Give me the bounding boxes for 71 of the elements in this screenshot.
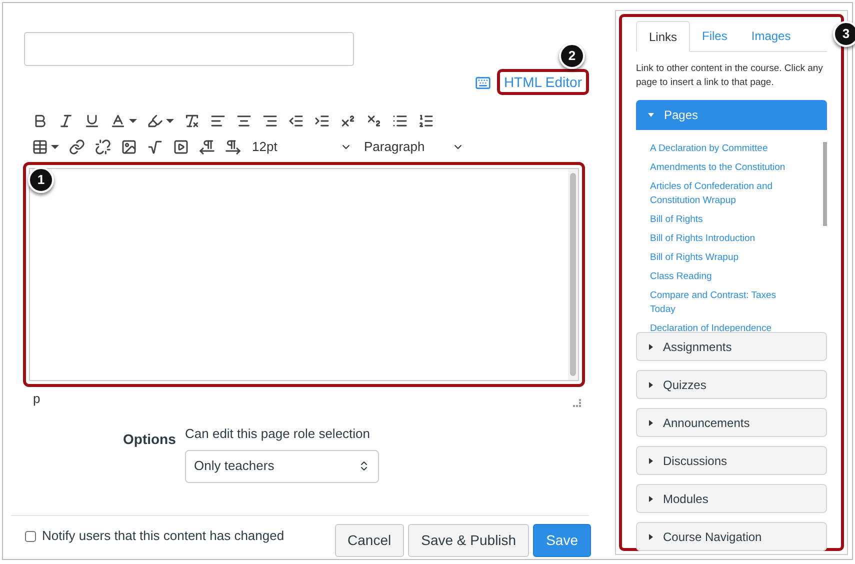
- indent-icon: [314, 113, 330, 129]
- page-link[interactable]: Articles of Confederation and Constitution Wrapup: [650, 180, 800, 208]
- numbered-list-icon: [418, 113, 434, 129]
- highlight-icon: [147, 113, 163, 129]
- caret-icon: [51, 145, 59, 149]
- clear-formatting-icon: [184, 113, 200, 129]
- pilcrow-left-icon: [199, 139, 215, 155]
- callout-badge: 2: [559, 43, 585, 69]
- notify-checkbox[interactable]: [25, 530, 36, 542]
- sidebar-tab[interactable]: Images: [739, 20, 803, 51]
- keyboard-icon: [474, 75, 491, 91]
- sidebar-tab[interactable]: Files: [690, 20, 740, 51]
- link-icon: [69, 139, 85, 155]
- select-arrows-icon: [358, 460, 370, 472]
- page-link[interactable]: Bill of Rights Wrapup: [650, 251, 800, 265]
- section-header[interactable]: Discussions: [636, 446, 827, 475]
- action-button[interactable]: Cancel: [334, 524, 404, 556]
- section-header[interactable]: Course Navigation: [636, 522, 827, 551]
- caret-icon: [129, 119, 137, 123]
- html-editor-link[interactable]: HTML Editor: [496, 69, 589, 95]
- section-header[interactable]: Quizzes: [636, 370, 827, 399]
- italic-icon: [58, 113, 74, 129]
- caret-right-icon: [649, 458, 653, 464]
- font-size-dropdown[interactable]: 12pt: [252, 137, 352, 157]
- page-link[interactable]: Bill of Rights: [650, 213, 800, 227]
- resize-handle-icon[interactable]: [573, 399, 581, 407]
- section-header[interactable]: Modules: [636, 484, 827, 513]
- align-left-icon: [210, 113, 226, 129]
- bullet-list-icon: [392, 113, 408, 129]
- sidebar-description: Link to other content in the course. Click any page to insert a link to that page.: [636, 62, 824, 90]
- primary-button[interactable]: Save: [533, 524, 591, 556]
- section-header[interactable]: Announcements: [636, 408, 827, 437]
- page-link[interactable]: A Declaration by Committee: [650, 142, 800, 156]
- table-icon: [32, 139, 48, 155]
- block-format-dropdown[interactable]: Paragraph: [364, 137, 464, 157]
- options-label: Options: [123, 430, 177, 449]
- title-field[interactable]: [24, 32, 354, 66]
- superscript-icon: [340, 113, 356, 129]
- align-center-icon: [236, 113, 252, 129]
- section-header[interactable]: Assignments: [636, 332, 827, 361]
- square-root-icon: [147, 139, 163, 155]
- align-right-icon: [262, 113, 278, 129]
- underline-icon: [84, 113, 100, 129]
- section-header[interactable]: Pages: [636, 100, 827, 130]
- action-button[interactable]: Save & Publish: [408, 524, 530, 556]
- subscript-icon: [366, 113, 382, 129]
- caret-right-icon: [649, 534, 653, 540]
- sidebar-tab[interactable]: Links: [636, 21, 690, 52]
- outdent-icon: [288, 113, 304, 129]
- callout-badge: 1: [28, 167, 54, 193]
- caret-icon: [166, 119, 174, 123]
- role-field-label: Can edit this page role selection: [185, 425, 372, 443]
- text-color-icon: [110, 113, 126, 129]
- caret-right-icon: [649, 382, 653, 388]
- page-link[interactable]: Amendments to the Constitution: [650, 161, 800, 175]
- caret-right-icon: [649, 496, 653, 502]
- notify-label: Notify users that this content has changed: [42, 527, 284, 546]
- unlink-icon: [95, 139, 111, 155]
- editor-area[interactable]: 1: [23, 162, 585, 387]
- element-path: p: [33, 390, 40, 408]
- caret-right-icon: [649, 420, 653, 426]
- callout-badge: 3: [833, 21, 855, 47]
- image-icon: [121, 139, 137, 155]
- page-link[interactable]: Bill of Rights Introduction: [650, 232, 800, 246]
- pilcrow-right-icon: [225, 139, 241, 155]
- page-link[interactable]: Class Reading: [650, 270, 800, 284]
- caret-right-icon: [649, 344, 653, 350]
- media-icon: [173, 139, 189, 155]
- role-select[interactable]: Only teachers: [185, 450, 379, 482]
- page-link[interactable]: Compare and Contrast: Taxes Today: [650, 289, 800, 317]
- caret-down-icon: [648, 113, 654, 117]
